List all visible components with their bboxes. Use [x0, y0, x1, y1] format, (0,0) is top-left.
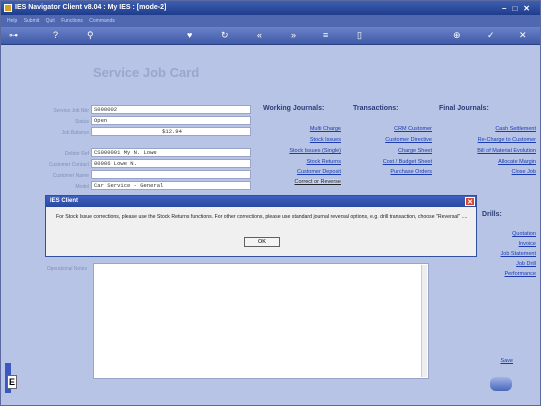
- link-stock-returns[interactable]: Stock Returns: [306, 159, 341, 165]
- menu-quit[interactable]: Quit: [46, 18, 55, 24]
- job-balance-field: $12.94: [91, 127, 251, 136]
- transactions-heading: Transactions:: [353, 105, 399, 112]
- link-quotation[interactable]: Quotation: [512, 231, 536, 237]
- link-cost-budget-sheet[interactable]: Cost / Budget Sheet: [383, 159, 432, 165]
- ok-button[interactable]: OK: [244, 237, 280, 247]
- refresh-icon[interactable]: ↻: [221, 30, 229, 41]
- bookmark-icon[interactable]: E: [7, 375, 17, 389]
- search-icon[interactable]: ⚲: [87, 30, 94, 41]
- notes-scrollbar[interactable]: [421, 265, 427, 377]
- maximize-icon[interactable]: □: [512, 4, 523, 13]
- link-recharge-customer[interactable]: Re-Charge to Customer: [478, 137, 536, 143]
- dialog-message: For Stock Issue corrections, please use …: [56, 214, 468, 220]
- link-purchase-orders[interactable]: Purchase Orders: [390, 169, 432, 175]
- link-charge-sheet[interactable]: Charge Sheet: [398, 148, 432, 154]
- field-label: Status: [74, 119, 89, 125]
- link-invoice[interactable]: Invoice: [519, 241, 536, 247]
- window-title: IES Navigator Client v8.04 : My IES : [m…: [15, 4, 167, 11]
- link-close-job[interactable]: Close Job: [512, 169, 536, 175]
- field-label: Customer Contact: [48, 162, 89, 168]
- check-icon[interactable]: ✓: [487, 30, 495, 41]
- menu-commands[interactable]: Commands: [89, 18, 115, 24]
- final-journals-heading: Final Journals:: [439, 105, 489, 112]
- app-window: IES Navigator Client v8.04 : My IES : [m…: [0, 0, 541, 406]
- working-journals-heading: Working Journals:: [263, 105, 325, 112]
- message-dialog: IES Client ✕ For Stock Issue corrections…: [45, 195, 477, 257]
- save-link[interactable]: Save: [500, 358, 513, 364]
- app-icon: [4, 4, 12, 12]
- operational-notes-field[interactable]: [93, 263, 429, 379]
- title-bar: IES Navigator Client v8.04 : My IES : [m…: [1, 1, 540, 15]
- model-field[interactable]: Car Service - General: [91, 181, 251, 190]
- dialog-title: IES Client: [50, 198, 79, 204]
- field-label: Job Balance: [61, 130, 89, 136]
- menu-submit[interactable]: Submit: [24, 18, 40, 24]
- save-icon[interactable]: [490, 377, 512, 391]
- back-icon[interactable]: «: [257, 30, 262, 41]
- field-label: Debtor Ref: [64, 151, 89, 157]
- help-icon[interactable]: ?: [53, 30, 58, 41]
- drills-heading: Drills:: [482, 211, 502, 218]
- form-title: Service Job Card: [93, 65, 200, 80]
- forward-icon[interactable]: »: [291, 30, 296, 41]
- job-number-field[interactable]: S000002: [91, 105, 251, 114]
- key-icon[interactable]: ⊶: [9, 30, 18, 41]
- window-controls: –□✕: [502, 2, 536, 16]
- link-multi-charge[interactable]: Multi Charge: [310, 126, 341, 132]
- link-bill-of-material[interactable]: Bill of Material Evolution: [477, 148, 536, 154]
- dialog-title-bar: IES Client ✕: [46, 196, 476, 207]
- link-stock-issues[interactable]: Stock Issues: [310, 137, 341, 143]
- field-label: Model: [75, 184, 89, 190]
- menu-functions[interactable]: Functions: [61, 18, 83, 24]
- menu-help[interactable]: Help: [7, 18, 17, 24]
- add-icon[interactable]: ⊕: [453, 30, 461, 41]
- link-performance[interactable]: Performance: [505, 271, 537, 277]
- link-customer-directive[interactable]: Customer Directive: [385, 137, 432, 143]
- page-icon[interactable]: ▯: [357, 30, 362, 41]
- heart-icon[interactable]: ♥: [187, 30, 192, 41]
- close-icon[interactable]: ✕: [523, 4, 536, 13]
- link-allocate-margin[interactable]: Allocate Margin: [498, 159, 536, 165]
- operational-notes-label: Operational Notes: [46, 266, 87, 272]
- link-job-drill[interactable]: Job Drill: [516, 261, 536, 267]
- field-label: Service Job Nbr: [53, 108, 89, 114]
- cancel-icon[interactable]: ✕: [519, 30, 527, 41]
- menu-bar: Help Submit Quit Functions Commands: [1, 15, 540, 27]
- link-correct-or-reverse[interactable]: Correct or Reverse: [294, 179, 341, 185]
- list-icon[interactable]: ≡: [323, 30, 328, 41]
- link-customer-deposit[interactable]: Customer Deposit: [297, 169, 341, 175]
- link-job-statement[interactable]: Job Statement: [501, 251, 536, 257]
- status-field[interactable]: Open: [91, 116, 251, 125]
- link-stock-issues-single[interactable]: Stock Issues (Single): [289, 148, 341, 154]
- dialog-close-icon[interactable]: ✕: [465, 197, 475, 206]
- customer-name-field[interactable]: [91, 170, 251, 179]
- contact-field[interactable]: 00006 Lowe N.: [91, 159, 251, 168]
- link-cash-settlement[interactable]: Cash Settlement: [495, 126, 536, 132]
- toolbar: ⊶ ? ⚲ ♥ ↻ « » ≡ ▯ ⊕ ✓ ✕: [1, 27, 540, 45]
- link-crm-customer[interactable]: CRM Customer: [394, 126, 432, 132]
- debtor-field[interactable]: CS000001 My N. Lowe: [91, 148, 251, 157]
- minimize-icon[interactable]: –: [502, 4, 512, 13]
- field-label: Customer Name: [52, 173, 89, 179]
